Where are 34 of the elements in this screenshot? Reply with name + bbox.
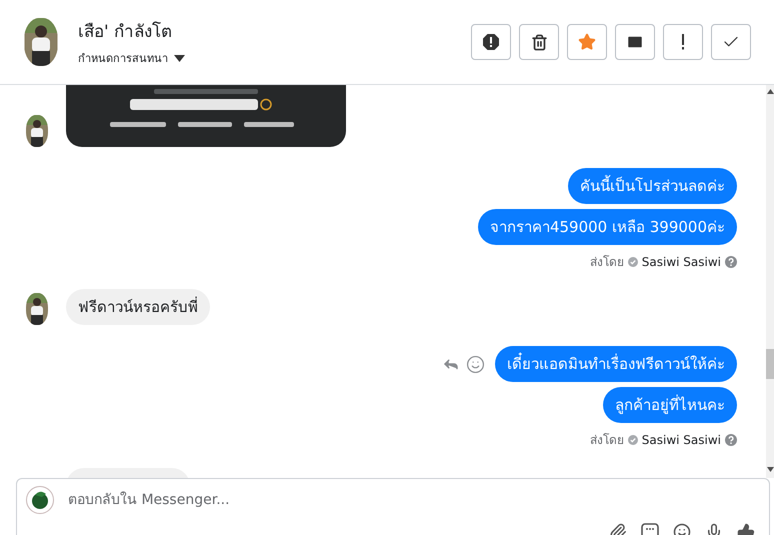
star-button[interactable]	[567, 24, 607, 60]
scroll-up-icon[interactable]	[766, 89, 774, 94]
contact-name: เสือ' กำลังโต	[78, 20, 174, 44]
avatar	[26, 293, 48, 325]
alert-icon	[482, 33, 500, 51]
conversation-menu[interactable]: กำหนดการสนทนา	[78, 49, 471, 67]
smile-icon[interactable]	[466, 354, 485, 374]
avatar	[26, 115, 48, 147]
page-logo-icon	[26, 486, 54, 514]
star-icon	[578, 33, 596, 51]
message-bubble: ฟรีดาวน์หรอครับพี่	[66, 289, 210, 325]
scrollbar-thumb[interactable]	[766, 349, 774, 379]
sent-by-label: ส่งโดย	[590, 432, 624, 449]
scroll-down-icon[interactable]	[766, 467, 774, 472]
report-button[interactable]	[471, 24, 511, 60]
sender-name: Sasiwi Sasiwi	[642, 432, 721, 446]
message-bubble: ลูกค้าอยู่ที่ไหนคะ	[603, 387, 737, 423]
message-bubble: เดี๋ยวแอดมินทำเรื่องฟรีดาวน์ให้ค่ะ	[495, 346, 737, 382]
caret-icon	[174, 54, 185, 62]
trash-icon	[530, 34, 548, 50]
check-circle-icon	[628, 434, 638, 444]
reply-field[interactable]: ตอบกลับใน Messenger...	[16, 478, 770, 535]
scrollbar[interactable]	[766, 85, 774, 478]
help-icon[interactable]	[725, 434, 737, 446]
sent-by-label: ส่งโดย	[590, 254, 624, 271]
sender-name: Sasiwi Sasiwi	[642, 254, 721, 268]
mail-button[interactable]	[615, 24, 655, 60]
message-bubble: จากราคา459000 เหลือ 399000ค่ะ	[478, 209, 737, 245]
check-circle-icon	[628, 256, 638, 266]
profile-avatar	[24, 18, 58, 66]
message-bubble: คันนี้เป็นโปรส่วนลดค่ะ	[568, 168, 737, 204]
help-icon[interactable]	[725, 256, 737, 268]
exclamation-icon	[681, 34, 685, 50]
delete-button[interactable]	[519, 24, 559, 60]
